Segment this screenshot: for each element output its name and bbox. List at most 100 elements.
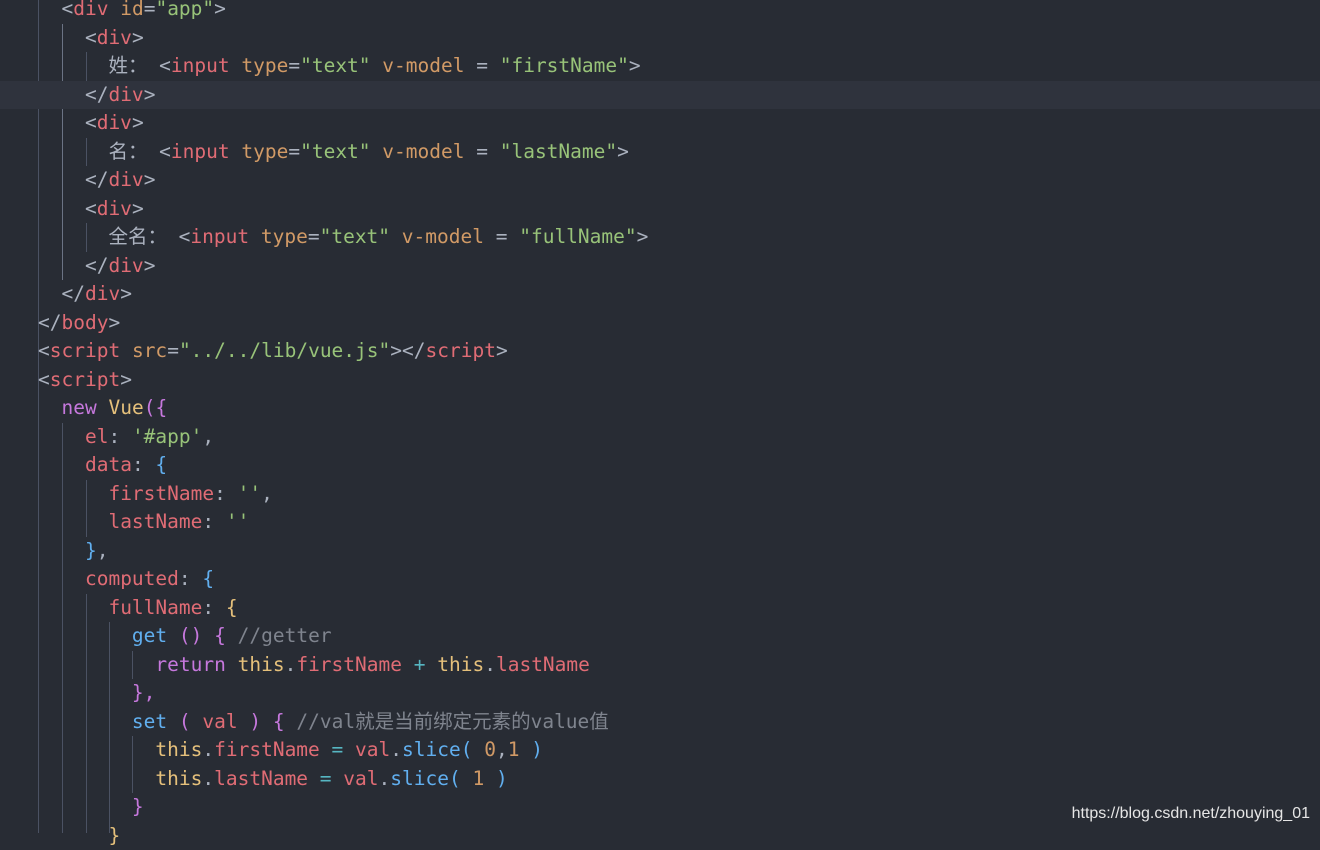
- code-token: .: [379, 767, 391, 790]
- code-token: slice: [390, 767, 449, 790]
- code-line[interactable]: return this.firstName + this.lastName: [0, 651, 1320, 680]
- code-token: }: [85, 539, 97, 562]
- code-token: script: [50, 339, 120, 362]
- code-line[interactable]: set ( val ) { //val就是当前绑定元素的value值: [0, 708, 1320, 737]
- code-token: 姓： <: [38, 54, 171, 77]
- code-line[interactable]: </body>: [0, 309, 1320, 338]
- code-token: [38, 539, 85, 562]
- code-token: </: [38, 168, 108, 191]
- code-token: <: [61, 0, 73, 20]
- code-token: [167, 624, 179, 647]
- code-line[interactable]: </div>: [0, 166, 1320, 195]
- code-token: [285, 710, 297, 733]
- code-token: .: [202, 767, 214, 790]
- code-line[interactable]: </div>: [0, 280, 1320, 309]
- code-token: val: [355, 738, 390, 761]
- code-token: div: [97, 111, 132, 134]
- code-line[interactable]: },: [0, 537, 1320, 566]
- code-token: [320, 738, 332, 761]
- code-token: :: [202, 596, 225, 619]
- code-token: val: [202, 710, 237, 733]
- code-token: [261, 710, 273, 733]
- code-token: ({: [144, 396, 167, 419]
- code-token: return: [155, 653, 225, 676]
- code-token: ): [531, 738, 543, 761]
- code-token: (: [179, 710, 191, 733]
- code-token: v-model: [402, 225, 484, 248]
- code-token: '': [226, 510, 249, 533]
- code-line[interactable]: el: '#app',: [0, 423, 1320, 452]
- code-line[interactable]: <div>: [0, 109, 1320, 138]
- code-token: [38, 824, 108, 847]
- code-line[interactable]: </div>: [0, 252, 1320, 281]
- code-token: [472, 738, 484, 761]
- code-token: "../../lib/vue.js": [179, 339, 390, 362]
- code-editor[interactable]: <div id="app"> <div> 姓： <input type="tex…: [0, 0, 1320, 833]
- code-line[interactable]: <script src="../../lib/vue.js"></script>: [0, 337, 1320, 366]
- code-token: [97, 396, 109, 419]
- code-token: val: [343, 767, 378, 790]
- code-line[interactable]: <div>: [0, 24, 1320, 53]
- code-token: >: [496, 339, 508, 362]
- code-token: '#app': [132, 425, 202, 448]
- code-token: //getter: [238, 624, 332, 647]
- code-line[interactable]: firstName: '',: [0, 480, 1320, 509]
- code-token: "firstName": [500, 54, 629, 77]
- code-line[interactable]: this.lastName = val.slice( 1 ): [0, 765, 1320, 794]
- code-line[interactable]: fullName: {: [0, 594, 1320, 623]
- code-token: lastName: [214, 767, 308, 790]
- code-line[interactable]: this.firstName = val.slice( 0,1 ): [0, 736, 1320, 765]
- code-token: =: [464, 54, 499, 77]
- code-token: 1: [508, 738, 520, 761]
- code-line[interactable]: </div>: [0, 81, 1320, 110]
- code-token: [38, 396, 61, 419]
- code-token: =: [308, 225, 320, 248]
- code-token: this: [155, 738, 202, 761]
- code-line[interactable]: }: [0, 822, 1320, 850]
- code-token: [38, 624, 132, 647]
- code-line[interactable]: get () { //getter: [0, 622, 1320, 651]
- code-token: </: [38, 83, 108, 106]
- code-token: [484, 767, 496, 790]
- code-token: {: [226, 596, 238, 619]
- code-line[interactable]: <div>: [0, 195, 1320, 224]
- code-line[interactable]: new Vue({: [0, 394, 1320, 423]
- code-token: (: [461, 738, 473, 761]
- code-token: }: [132, 795, 144, 818]
- code-line[interactable]: computed: {: [0, 565, 1320, 594]
- code-token: "text": [300, 54, 370, 77]
- code-line[interactable]: 全名： <input type="text" v-model = "fullNa…: [0, 223, 1320, 252]
- code-token: div: [97, 197, 132, 220]
- code-token: },: [132, 681, 155, 704]
- code-token: firstName: [108, 482, 214, 505]
- code-line[interactable]: 姓： <input type="text" v-model = "firstNa…: [0, 52, 1320, 81]
- code-token: [38, 567, 85, 590]
- code-token: input: [171, 54, 230, 77]
- code-token: src: [132, 339, 167, 362]
- code-token: ,: [202, 425, 214, 448]
- code-token: ></: [390, 339, 425, 362]
- code-token: [38, 767, 155, 790]
- code-token: [38, 453, 85, 476]
- code-token: <: [38, 339, 50, 362]
- code-token: =: [464, 140, 499, 163]
- code-token: ,: [261, 482, 273, 505]
- code-line[interactable]: lastName: '': [0, 508, 1320, 537]
- code-token: fullName: [108, 596, 202, 619]
- code-line[interactable]: 名： <input type="text" v-model = "lastNam…: [0, 138, 1320, 167]
- code-line[interactable]: data: {: [0, 451, 1320, 480]
- code-token: :: [108, 425, 131, 448]
- code-token: [249, 225, 261, 248]
- code-token: >: [144, 168, 156, 191]
- code-line[interactable]: <script>: [0, 366, 1320, 395]
- code-line[interactable]: },: [0, 679, 1320, 708]
- code-line[interactable]: <div id="app">: [0, 0, 1320, 24]
- code-token: .: [484, 653, 496, 676]
- code-token: [230, 140, 242, 163]
- code-token: (: [449, 767, 461, 790]
- code-token: "text": [320, 225, 390, 248]
- code-token: =: [332, 738, 344, 761]
- code-token: >: [132, 197, 144, 220]
- code-token: lastName: [496, 653, 590, 676]
- code-token: [191, 710, 203, 733]
